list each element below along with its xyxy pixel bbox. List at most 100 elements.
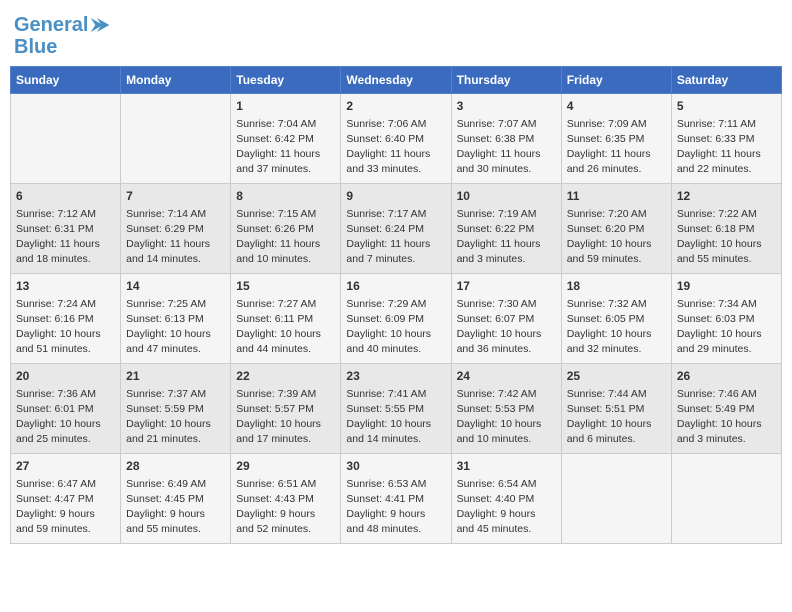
day-number: 23 xyxy=(346,368,445,385)
day-number: 29 xyxy=(236,458,335,475)
calendar-cell: 26 Sunrise: 7:46 AM Sunset: 5:49 PM Dayli… xyxy=(671,364,781,454)
calendar-cell: 23 Sunrise: 7:41 AM Sunset: 5:55 PM Dayli… xyxy=(341,364,451,454)
day-number: 18 xyxy=(567,278,666,295)
calendar-cell: 12 Sunrise: 7:22 AM Sunset: 6:18 PM Dayli… xyxy=(671,184,781,274)
logo-arrow-icon xyxy=(90,18,110,32)
calendar-cell: 19 Sunrise: 7:34 AM Sunset: 6:03 PM Dayli… xyxy=(671,274,781,364)
day-number: 27 xyxy=(16,458,115,475)
calendar-cell: 3 Sunrise: 7:07 AM Sunset: 6:38 PM Daylig… xyxy=(451,94,561,184)
calendar-cell: 5Sunrise: 7:11 AM Sunset: 6:33 PM Daylig… xyxy=(671,94,781,184)
day-info: Sunrise: 7:14 AM Sunset: 6:29 PM Dayligh… xyxy=(126,207,225,268)
calendar-week-3: 13 Sunrise: 7:24 AM Sunset: 6:16 PM Dayli… xyxy=(11,274,782,364)
day-info: Sunrise: 7:32 AM Sunset: 6:05 PM Dayligh… xyxy=(567,297,666,358)
day-info: Sunrise: 7:15 AM Sunset: 6:26 PM Dayligh… xyxy=(236,207,335,268)
calendar-cell: 20 Sunrise: 7:36 AM Sunset: 6:01 PM Dayli… xyxy=(11,364,121,454)
day-info: Sunrise: 7:46 AM Sunset: 5:49 PM Dayligh… xyxy=(677,387,776,448)
calendar-cell: 18 Sunrise: 7:32 AM Sunset: 6:05 PM Dayli… xyxy=(561,274,671,364)
calendar-week-1: 1Sunrise: 7:04 AM Sunset: 6:42 PM Daylig… xyxy=(11,94,782,184)
day-info: Sunrise: 6:53 AM Sunset: 4:41 PM Dayligh… xyxy=(346,477,445,538)
calendar-cell: 31 Sunrise: 6:54 AM Sunset: 4:40 PM Dayli… xyxy=(451,454,561,544)
day-info: Sunrise: 6:49 AM Sunset: 4:45 PM Dayligh… xyxy=(126,477,225,538)
calendar-cell: 17 Sunrise: 7:30 AM Sunset: 6:07 PM Dayli… xyxy=(451,274,561,364)
calendar-cell: 2Sunrise: 7:06 AM Sunset: 6:40 PM Daylig… xyxy=(341,94,451,184)
day-info: Sunrise: 7:06 AM Sunset: 6:40 PM Dayligh… xyxy=(346,117,445,178)
day-number: 5 xyxy=(677,98,776,115)
calendar-cell: 29Sunrise: 6:51 AM Sunset: 4:43 PM Dayli… xyxy=(231,454,341,544)
day-info: Sunrise: 7:07 AM Sunset: 6:38 PM Dayligh… xyxy=(457,117,556,178)
day-info: Sunrise: 7:44 AM Sunset: 5:51 PM Dayligh… xyxy=(567,387,666,448)
calendar-cell: 21 Sunrise: 7:37 AM Sunset: 5:59 PM Dayli… xyxy=(121,364,231,454)
day-number: 11 xyxy=(567,188,666,205)
calendar-cell: 25 Sunrise: 7:44 AM Sunset: 5:51 PM Dayli… xyxy=(561,364,671,454)
logo: General Blue xyxy=(14,10,110,58)
day-info: Sunrise: 7:29 AM Sunset: 6:09 PM Dayligh… xyxy=(346,297,445,358)
calendar-cell: 28 Sunrise: 6:49 AM Sunset: 4:45 PM Dayli… xyxy=(121,454,231,544)
calendar-cell: 30 Sunrise: 6:53 AM Sunset: 4:41 PM Dayli… xyxy=(341,454,451,544)
day-number: 26 xyxy=(677,368,776,385)
page-header: General Blue xyxy=(10,10,782,58)
day-number: 6 xyxy=(16,188,115,205)
day-number: 3 xyxy=(457,98,556,115)
calendar-cell xyxy=(121,94,231,184)
calendar-cell: 16Sunrise: 7:29 AM Sunset: 6:09 PM Dayli… xyxy=(341,274,451,364)
day-number: 25 xyxy=(567,368,666,385)
day-number: 12 xyxy=(677,188,776,205)
day-info: Sunrise: 7:12 AM Sunset: 6:31 PM Dayligh… xyxy=(16,207,115,268)
day-number: 20 xyxy=(16,368,115,385)
calendar-cell: 4 Sunrise: 7:09 AM Sunset: 6:35 PM Daylig… xyxy=(561,94,671,184)
calendar-cell xyxy=(671,454,781,544)
calendar-week-5: 27Sunrise: 6:47 AM Sunset: 4:47 PM Dayli… xyxy=(11,454,782,544)
calendar-cell: 10 Sunrise: 7:19 AM Sunset: 6:22 PM Dayli… xyxy=(451,184,561,274)
day-number: 31 xyxy=(457,458,556,475)
day-info: Sunrise: 7:22 AM Sunset: 6:18 PM Dayligh… xyxy=(677,207,776,268)
day-header-wednesday: Wednesday xyxy=(341,67,451,94)
day-header-monday: Monday xyxy=(121,67,231,94)
day-info: Sunrise: 7:34 AM Sunset: 6:03 PM Dayligh… xyxy=(677,297,776,358)
day-header-friday: Friday xyxy=(561,67,671,94)
day-info: Sunrise: 7:20 AM Sunset: 6:20 PM Dayligh… xyxy=(567,207,666,268)
day-number: 14 xyxy=(126,278,225,295)
day-info: Sunrise: 7:17 AM Sunset: 6:24 PM Dayligh… xyxy=(346,207,445,268)
logo-blue: Blue xyxy=(14,36,57,58)
day-number: 13 xyxy=(16,278,115,295)
day-number: 8 xyxy=(236,188,335,205)
day-number: 22 xyxy=(236,368,335,385)
day-info: Sunrise: 7:25 AM Sunset: 6:13 PM Dayligh… xyxy=(126,297,225,358)
day-number: 10 xyxy=(457,188,556,205)
calendar-week-2: 6 Sunrise: 7:12 AM Sunset: 6:31 PM Daylig… xyxy=(11,184,782,274)
day-info: Sunrise: 7:30 AM Sunset: 6:07 PM Dayligh… xyxy=(457,297,556,358)
calendar-week-4: 20 Sunrise: 7:36 AM Sunset: 6:01 PM Dayli… xyxy=(11,364,782,454)
calendar-body: 1Sunrise: 7:04 AM Sunset: 6:42 PM Daylig… xyxy=(11,94,782,544)
day-number: 15 xyxy=(236,278,335,295)
calendar-cell: 9 Sunrise: 7:17 AM Sunset: 6:24 PM Daylig… xyxy=(341,184,451,274)
calendar-cell: 13 Sunrise: 7:24 AM Sunset: 6:16 PM Dayli… xyxy=(11,274,121,364)
day-number: 17 xyxy=(457,278,556,295)
day-info: Sunrise: 7:41 AM Sunset: 5:55 PM Dayligh… xyxy=(346,387,445,448)
day-number: 4 xyxy=(567,98,666,115)
day-info: Sunrise: 7:04 AM Sunset: 6:42 PM Dayligh… xyxy=(236,117,335,178)
day-info: Sunrise: 6:54 AM Sunset: 4:40 PM Dayligh… xyxy=(457,477,556,538)
calendar-cell: 22 Sunrise: 7:39 AM Sunset: 5:57 PM Dayli… xyxy=(231,364,341,454)
day-info: Sunrise: 7:27 AM Sunset: 6:11 PM Dayligh… xyxy=(236,297,335,358)
day-header-sunday: Sunday xyxy=(11,67,121,94)
day-header-thursday: Thursday xyxy=(451,67,561,94)
day-info: Sunrise: 7:39 AM Sunset: 5:57 PM Dayligh… xyxy=(236,387,335,448)
day-header-saturday: Saturday xyxy=(671,67,781,94)
day-number: 28 xyxy=(126,458,225,475)
calendar-cell xyxy=(11,94,121,184)
day-number: 19 xyxy=(677,278,776,295)
day-info: Sunrise: 7:36 AM Sunset: 6:01 PM Dayligh… xyxy=(16,387,115,448)
day-info: Sunrise: 7:09 AM Sunset: 6:35 PM Dayligh… xyxy=(567,117,666,178)
day-info: Sunrise: 7:24 AM Sunset: 6:16 PM Dayligh… xyxy=(16,297,115,358)
day-header-tuesday: Tuesday xyxy=(231,67,341,94)
day-info: Sunrise: 7:37 AM Sunset: 5:59 PM Dayligh… xyxy=(126,387,225,448)
day-number: 7 xyxy=(126,188,225,205)
day-info: Sunrise: 7:19 AM Sunset: 6:22 PM Dayligh… xyxy=(457,207,556,268)
day-number: 9 xyxy=(346,188,445,205)
calendar-header-row: SundayMondayTuesdayWednesdayThursdayFrid… xyxy=(11,67,782,94)
day-number: 21 xyxy=(126,368,225,385)
calendar-cell: 24Sunrise: 7:42 AM Sunset: 5:53 PM Dayli… xyxy=(451,364,561,454)
logo-text: General xyxy=(14,14,88,36)
calendar-cell xyxy=(561,454,671,544)
day-number: 30 xyxy=(346,458,445,475)
